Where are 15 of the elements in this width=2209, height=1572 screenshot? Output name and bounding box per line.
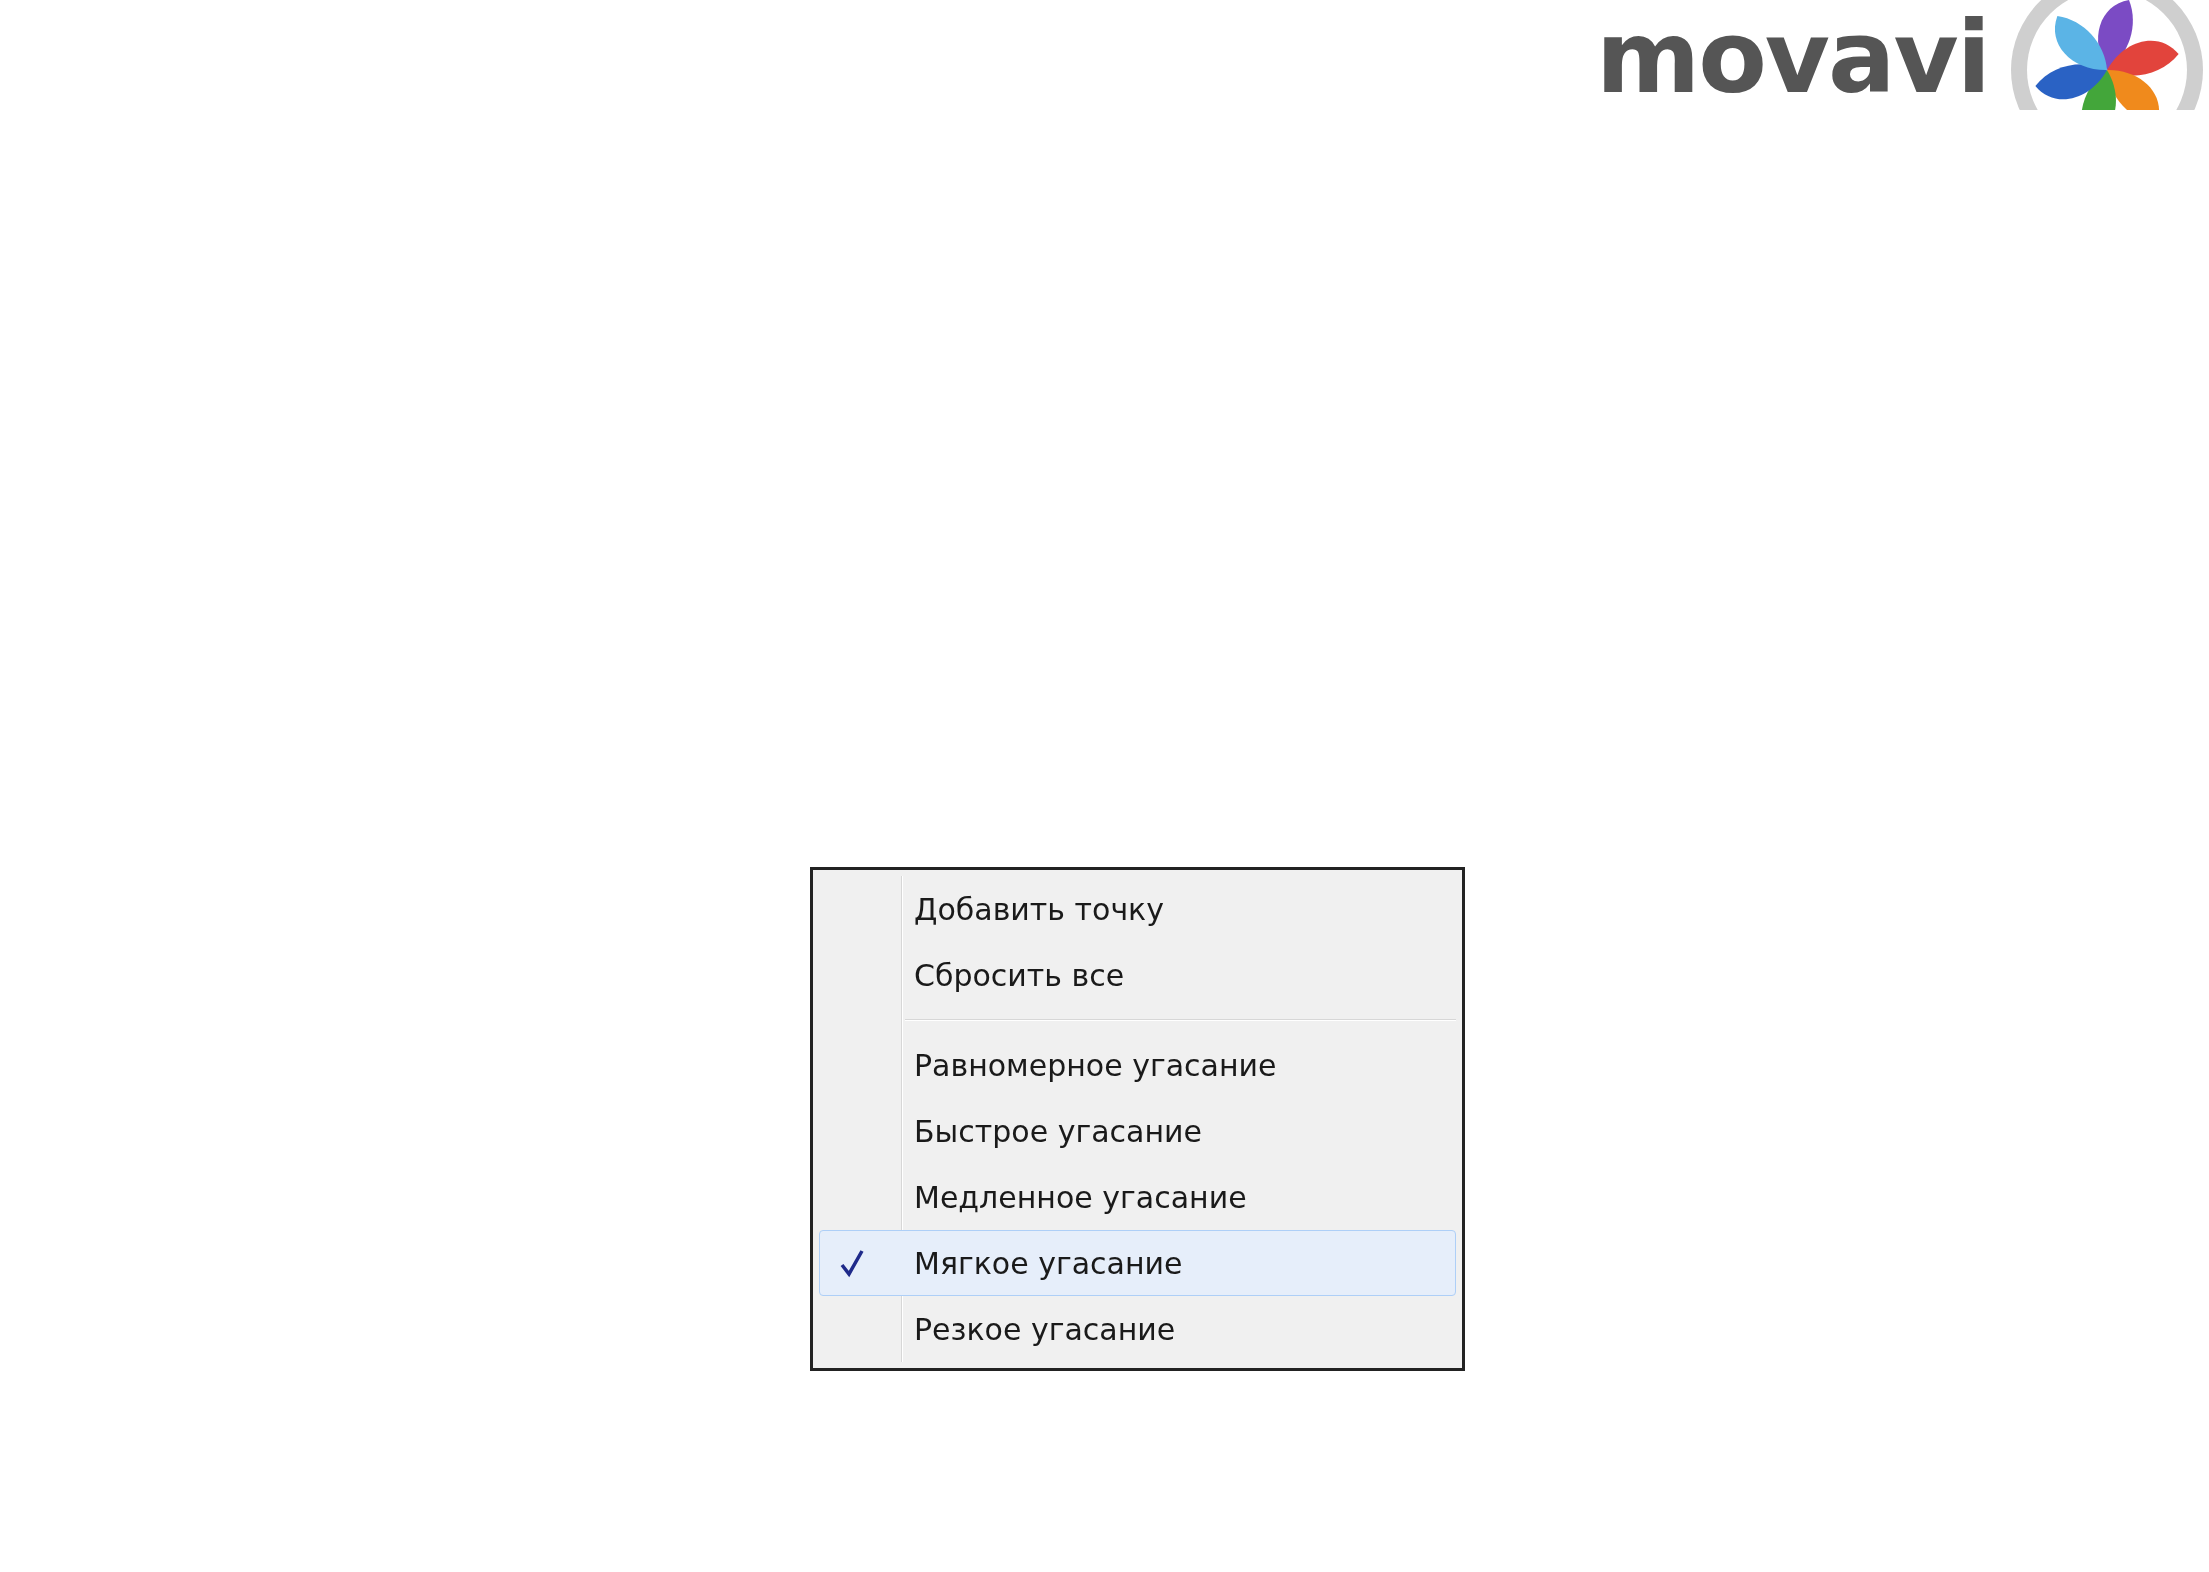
menu-item-label: Сбросить все: [914, 956, 1125, 995]
menu-item-label: Добавить точку: [914, 890, 1164, 929]
menu-item-label: Резкое угасание: [914, 1310, 1176, 1349]
menu-item-label: Медленное угасание: [914, 1178, 1247, 1217]
menu-item[interactable]: Медленное угасание: [819, 1164, 1456, 1230]
menu-item[interactable]: Мягкое угасание: [819, 1230, 1456, 1296]
menu-item[interactable]: Резкое угасание: [819, 1296, 1456, 1362]
menu-item-label: Мягкое угасание: [914, 1244, 1183, 1283]
menu-item[interactable]: Добавить точку: [819, 876, 1456, 942]
menu-item-label: Равномерное угасание: [914, 1046, 1277, 1085]
menu-item[interactable]: Быстрое угасание: [819, 1098, 1456, 1164]
menu-item[interactable]: Сбросить все: [819, 942, 1456, 1008]
menu-item-label: Быстрое угасание: [914, 1112, 1202, 1151]
logo-text: movavi: [1595, 8, 1989, 108]
menu-item[interactable]: Равномерное угасание: [819, 1032, 1456, 1098]
